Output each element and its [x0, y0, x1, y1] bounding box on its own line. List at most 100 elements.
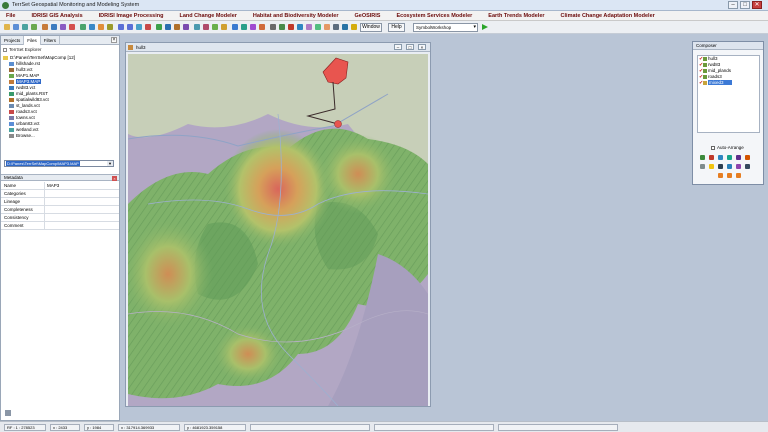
arrow-center-icon[interactable] [727, 173, 732, 178]
status-representative-fraction: RF : 1 : 278523 [4, 424, 46, 431]
map-close-button[interactable]: × [418, 44, 426, 50]
distance-icon[interactable] [98, 24, 104, 30]
window-button[interactable]: Window [360, 23, 382, 32]
feature-icon[interactable] [259, 24, 265, 30]
graticule-icon[interactable] [351, 24, 357, 30]
link-icon[interactable] [203, 24, 209, 30]
minimize-button[interactable]: – [728, 1, 738, 9]
grip-icon[interactable] [5, 410, 11, 416]
query-icon[interactable] [60, 24, 66, 30]
metadata-value[interactable] [45, 198, 47, 205]
save-icon[interactable] [727, 164, 732, 169]
menu-image-processing[interactable]: IDRISI Image Processing [99, 13, 164, 19]
zoom-icon[interactable] [736, 164, 741, 169]
histogram-icon[interactable] [174, 24, 180, 30]
stop-icon[interactable] [288, 24, 294, 30]
print-icon[interactable] [22, 24, 28, 30]
tab-projects[interactable]: Projects [1, 36, 25, 45]
maximize-button[interactable]: □ [740, 1, 750, 9]
menu-file[interactable]: File [6, 13, 15, 19]
info-icon[interactable] [165, 24, 171, 30]
close-button[interactable]: ✕ [752, 1, 762, 9]
pointer-icon[interactable] [745, 164, 750, 169]
overlay-icon[interactable] [80, 24, 86, 30]
help-icon[interactable] [709, 164, 714, 169]
menu-earth-trends[interactable]: Earth Trends Modeler [488, 13, 544, 19]
composer-layer-list[interactable]: ✔ hull3 ✔ rwd83 ✔ mid_plands ✔ roads3 ✔ mixed3 [697, 55, 760, 133]
model-icon[interactable] [232, 24, 238, 30]
menu-ecosystem-services[interactable]: Ecosystem Services Modeler [396, 13, 472, 19]
animate-icon[interactable] [250, 24, 256, 30]
map-maximize-button[interactable]: □ [406, 44, 414, 50]
scale-icon[interactable] [324, 24, 330, 30]
legend-icon[interactable] [315, 24, 321, 30]
menu-geosiris[interactable]: GeOSIRIS [354, 13, 380, 19]
symbol-workshop-select[interactable]: SymbolWorkshop ▾ [413, 23, 478, 32]
checkbox-icon[interactable] [711, 145, 715, 150]
menu-gis-analysis[interactable]: IDRISI GIS Analysis [31, 13, 82, 19]
group-icon[interactable] [194, 24, 200, 30]
menu-land-change-modeler[interactable]: Land Change Modeler [179, 13, 236, 19]
map-vector-point[interactable] [334, 120, 342, 128]
database-icon[interactable] [212, 24, 218, 30]
metadata-value[interactable] [45, 222, 47, 229]
macro-icon[interactable] [221, 24, 227, 30]
open-folder-icon[interactable] [4, 24, 10, 30]
collapse-icon[interactable] [3, 47, 7, 52]
north-arrow-icon[interactable] [333, 24, 339, 30]
reclass-icon[interactable] [89, 24, 95, 30]
auto-arrange-checkbox[interactable]: Auto-Arrange [711, 145, 744, 150]
digitize-icon[interactable] [69, 24, 75, 30]
map-minimize-button[interactable]: – [394, 44, 402, 50]
close-icon[interactable]: × [111, 37, 117, 43]
map-window-titlebar[interactable]: hull3 – □ × [126, 43, 430, 52]
measure-icon[interactable] [156, 24, 162, 30]
menu-habitat-biodiversity[interactable]: Habitat and Biodiversity Modeler [253, 13, 339, 19]
chevron-down-icon[interactable]: ▾ [107, 161, 113, 166]
tools-icon[interactable] [270, 24, 276, 30]
metadata-value[interactable] [45, 206, 47, 213]
save-icon[interactable] [13, 24, 19, 30]
tab-filters[interactable]: Filters [41, 36, 61, 45]
palette-icon[interactable] [306, 24, 312, 30]
pan-icon[interactable] [136, 24, 142, 30]
file-icon [9, 61, 14, 66]
shortcut-icon[interactable] [241, 24, 247, 30]
text-icon[interactable] [718, 164, 723, 169]
print-icon[interactable] [700, 164, 705, 169]
metadata-value[interactable] [45, 214, 47, 221]
surface-icon[interactable] [107, 24, 113, 30]
help-button[interactable]: Help [388, 23, 405, 32]
zoom-in-icon[interactable] [118, 24, 124, 30]
remove-layer-icon[interactable] [709, 155, 714, 160]
file-list: hillshade.rst hull3.vct MAP1.MAP MAP3.MAP rw… [3, 61, 117, 139]
arrow-right-icon[interactable] [736, 173, 741, 178]
file-item[interactable]: Browse... [3, 133, 117, 139]
path-input[interactable]: D:\Panes\TerrSet\MapComp\MAP3.MAP ▾ [4, 160, 114, 167]
close-icon[interactable]: × [112, 176, 117, 181]
palette-icon[interactable] [745, 155, 750, 160]
feature-properties-icon[interactable] [736, 155, 741, 160]
map-canvas[interactable] [128, 54, 428, 406]
arrow-left-icon[interactable] [718, 173, 723, 178]
zoom-out-icon[interactable] [127, 24, 133, 30]
layer-icon[interactable] [51, 24, 57, 30]
layer-properties-icon[interactable] [718, 155, 723, 160]
full-extent-icon[interactable] [145, 24, 151, 30]
metadata-value[interactable]: MAP3 [45, 182, 59, 189]
map-properties-icon[interactable] [727, 155, 732, 160]
composer-layer-item[interactable]: ✔ mixed3 [698, 80, 759, 86]
layout-icon[interactable] [279, 24, 285, 30]
add-layer-icon[interactable] [700, 155, 705, 160]
display-icon[interactable] [31, 24, 37, 30]
composer-icon[interactable] [42, 24, 48, 30]
menu-climate-change[interactable]: Climate Change Adaptation Modeler [561, 13, 655, 19]
map-window[interactable]: hull3 – □ × [125, 42, 431, 407]
text-icon[interactable] [342, 24, 348, 30]
profile-icon[interactable] [183, 24, 189, 30]
tab-files[interactable]: Files [24, 36, 41, 45]
refresh-icon[interactable] [297, 24, 303, 30]
auto-arrange-label: Auto-Arrange [717, 145, 744, 150]
run-icon[interactable] [482, 24, 488, 30]
metadata-value[interactable] [45, 190, 47, 197]
